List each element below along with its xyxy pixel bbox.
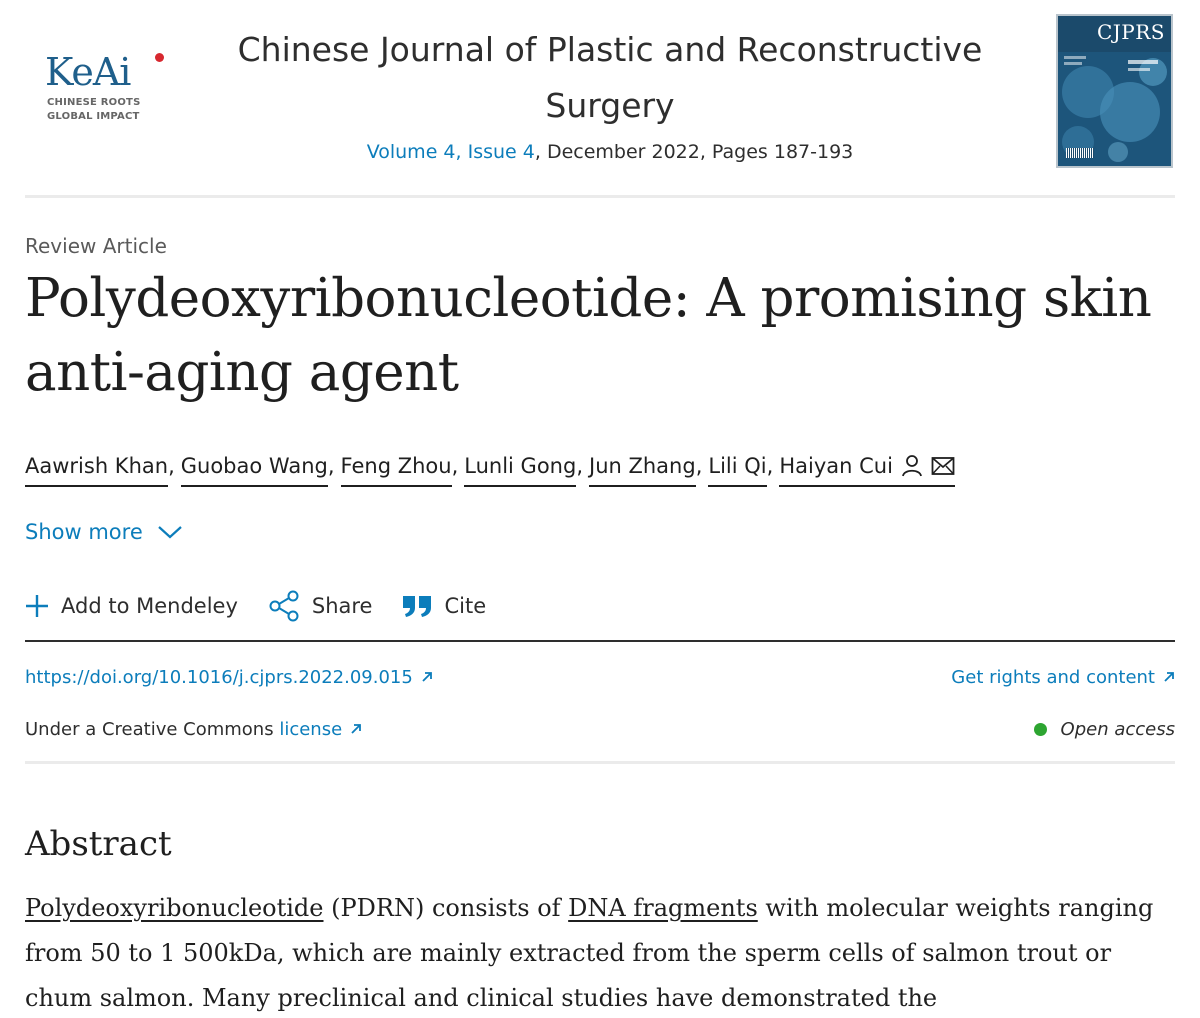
cover-abbrev: CJPRS [1096,20,1165,44]
glossary-term-link[interactable]: Polydeoxyribonucleotide [25,894,324,922]
author-link[interactable]: Aawrish Khan [25,448,169,487]
author-name: Haiyan Cui [779,454,893,478]
author-link[interactable]: Lili Qi [708,448,767,487]
author-separator: , [168,454,175,478]
rights-text: Get rights and content [951,666,1155,688]
doi-link[interactable]: https://doi.org/10.1016/j.cjprs.2022.09.… [25,667,433,688]
share-button[interactable]: Share [268,586,373,626]
date-pages: , December 2022, Pages 187-193 [534,141,854,163]
license-statement: Under a Creative Commons license [25,719,362,740]
add-to-mendeley-button[interactable]: Add to Mendeley [25,586,238,626]
logo-tagline-line-2: GLOBAL IMPACT [47,111,140,122]
author-separator: , [451,454,459,478]
author-icons [901,454,955,478]
envelope-icon [931,457,955,475]
author-list: Aawrish Khan, Guobao Wang, Feng Zhou, Lu… [25,448,955,488]
cite-button[interactable]: Cite [402,586,486,626]
license-row: Under a Creative Commons license Open ac… [25,714,1175,744]
license-prefix: Under a Creative Commons [25,718,280,740]
section-divider [25,761,1175,764]
external-arrow-icon [1164,672,1174,682]
glossary-term-link[interactable]: DNA fragments [568,894,758,922]
doi-row: https://doi.org/10.1016/j.cjprs.2022.09.… [25,662,1175,692]
author-link[interactable]: Feng Zhou [340,448,452,487]
author-separator: , [327,454,335,478]
journal-cover-image[interactable]: CJPRS [1056,14,1173,168]
abstract-heading: Abstract [25,824,172,864]
show-more-button[interactable]: Show more [25,520,183,544]
open-access-badge: Open access [1033,718,1175,740]
logo-wordmark: KeAi [45,50,131,94]
author-link[interactable]: Guobao Wang [180,448,328,487]
issue-line: Volume 4, Issue 4, December 2022, Pages … [205,136,1015,168]
abstract-text-segment: (PDRN) consists of [323,894,569,922]
logo-tagline: CHINESE ROOTS GLOBAL IMPACT [47,96,140,124]
share-label: Share [311,594,373,618]
cover-barcode [1066,148,1094,158]
corresponding-author-link[interactable]: Haiyan Cui [779,448,955,487]
article-title: Polydeoxyribonucleotide: A promising ski… [25,268,1152,403]
author-link[interactable]: Lunli Gong [464,448,577,487]
article-type: Review Article [25,234,167,258]
abstract-paragraph: Polydeoxyribonucleotide (PDRN) consists … [25,886,1175,1018]
user-icon [902,455,922,477]
author-separator: , [766,454,774,478]
chevron-down-icon [158,526,182,539]
show-more-label: Show more [25,520,143,544]
volume-issue-link[interactable]: Volume 4, Issue 4 [367,141,535,163]
logo-dot [155,53,164,62]
journal-title[interactable]: Chinese Journal of Plastic and Reconstru… [205,22,1015,134]
share-icon [269,590,299,622]
keai-logo[interactable]: KeAi CHINESE ROOTS GLOBAL IMPACT [45,50,175,130]
external-arrow-icon [422,672,432,682]
author-separator: , [695,454,703,478]
logo-tagline-line-1: CHINESE ROOTS [47,97,141,108]
journal-info: Chinese Journal of Plastic and Reconstru… [205,22,1015,168]
license-link[interactable]: license [279,719,362,740]
journal-header: KeAi CHINESE ROOTS GLOBAL IMPACT Chinese… [25,0,1175,198]
mendeley-label: Add to Mendeley [61,594,238,618]
open-access-dot-icon [1033,722,1047,736]
doi-text: https://doi.org/10.1016/j.cjprs.2022.09.… [25,666,413,688]
author-separator: , [576,454,583,478]
open-access-label: Open access [1060,718,1175,740]
quote-icon [403,596,432,617]
get-rights-link[interactable]: Get rights and content [951,667,1175,688]
license-link-text: license [279,718,343,740]
plus-icon [26,595,48,617]
article-toolbar: Add to Mendeley Share Cite [25,586,1175,642]
external-arrow-icon [351,724,362,734]
cite-label: Cite [444,594,487,618]
author-link[interactable]: Jun Zhang [589,448,696,487]
